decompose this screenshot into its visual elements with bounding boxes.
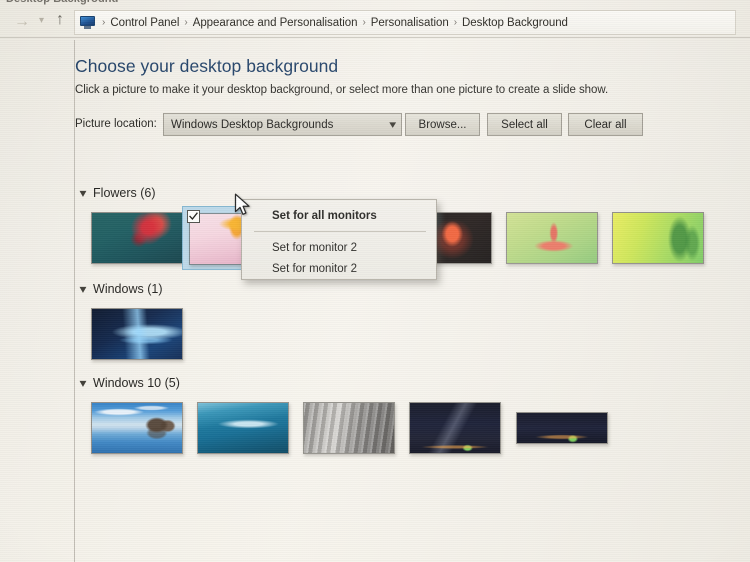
wallpaper-image: [92, 309, 182, 359]
wallpaper-image: [410, 403, 500, 453]
main-content: Choose your desktop background Click a p…: [75, 40, 750, 562]
context-menu-item-set-monitor-2-b[interactable]: Set for monitor 2: [242, 258, 436, 279]
thumbnail-w10-night-sky-tent-panorama[interactable]: [516, 412, 608, 444]
group-header-flowers[interactable]: ▾ Flowers (6): [80, 186, 156, 200]
thumbnail-w10-beach-rock-reflection[interactable]: [91, 402, 183, 454]
chevron-down-icon: ▾: [79, 376, 87, 390]
breadcrumb-item-desktop-background[interactable]: Desktop Background: [461, 17, 569, 29]
wallpaper-image-detail: [92, 403, 182, 453]
wallpaper-image: [92, 213, 182, 263]
chevron-down-icon: ▾: [389, 119, 397, 131]
control-panel-monitor-icon: [80, 16, 95, 29]
breadcrumb-bar[interactable]: › Control Panel › Appearance and Persona…: [74, 10, 736, 35]
recent-pages-chevron-down-icon[interactable]: ▾: [39, 15, 44, 26]
breadcrumb-item-appearance[interactable]: Appearance and Personalisation: [192, 17, 359, 29]
group-label-windows: Windows (1): [93, 282, 163, 296]
group-header-windows-10[interactable]: ▾ Windows 10 (5): [80, 376, 180, 390]
context-menu[interactable]: Set for all monitors Set for monitor 2 S…: [241, 199, 437, 280]
picture-location-selected-value: Windows Desktop Backgrounds: [171, 118, 334, 131]
select-all-button[interactable]: Select all: [487, 113, 562, 136]
context-menu-separator: [254, 231, 426, 232]
wallpaper-image: [517, 413, 607, 443]
up-arrow-icon[interactable]: ↑: [56, 11, 64, 29]
context-menu-item-set-all-monitors[interactable]: Set for all monitors: [242, 205, 436, 226]
thumbnail-windows-hero-blue[interactable]: [91, 308, 183, 360]
breadcrumb-item-personalisation[interactable]: Personalisation: [370, 17, 450, 29]
address-bar-divider: [0, 37, 750, 38]
group-label-windows-10: Windows 10 (5): [93, 376, 180, 390]
picture-location-select[interactable]: Windows Desktop Backgrounds ▾: [163, 113, 402, 136]
thumbnail-w10-underwater-blue[interactable]: [197, 402, 289, 454]
breadcrumb-separator: ›: [102, 17, 106, 28]
thumbnail-flower-green-coral[interactable]: [506, 212, 598, 264]
thumbnail-checkbox[interactable]: [187, 210, 200, 223]
chevron-down-icon: ▾: [79, 282, 87, 296]
group-label-flowers: Flowers (6): [93, 186, 156, 200]
breadcrumb-item-control-panel[interactable]: Control Panel: [109, 17, 180, 29]
clear-all-button[interactable]: Clear all: [568, 113, 643, 136]
forward-arrow-icon[interactable]: →: [14, 13, 30, 31]
wallpaper-image: [613, 213, 703, 263]
thumbnail-w10-night-sky-tent[interactable]: [409, 402, 501, 454]
breadcrumb-separator: ›: [453, 17, 458, 28]
page-subtitle: Click a picture to make it your desktop …: [75, 84, 609, 96]
breadcrumb-separator: ›: [362, 17, 366, 28]
wallpaper-image: [198, 403, 288, 453]
group-header-windows[interactable]: ▾ Windows (1): [80, 282, 163, 296]
page-title: Choose your desktop background: [75, 56, 339, 76]
window-titlebar-clipped: Desktop Background: [0, 0, 750, 8]
chevron-down-icon: ▾: [79, 186, 87, 200]
picture-location-label: Picture location:: [75, 118, 157, 130]
browse-button[interactable]: Browse...: [405, 113, 480, 136]
window-title: Desktop Background: [6, 0, 118, 5]
wallpaper-image: [304, 403, 394, 453]
wallpaper-image: [507, 213, 597, 263]
breadcrumb-separator: ›: [184, 17, 188, 28]
thumbnail-w10-grey-rock-face[interactable]: [303, 402, 395, 454]
thumbnail-flower-teal-red[interactable]: [91, 212, 183, 264]
address-bar: → ▾ ↑ › Control Panel › Appearance and P…: [0, 9, 750, 37]
thumbnail-flower-yellowgreen-leaf[interactable]: [612, 212, 704, 264]
context-menu-item-set-monitor-2-a[interactable]: Set for monitor 2: [242, 237, 436, 258]
